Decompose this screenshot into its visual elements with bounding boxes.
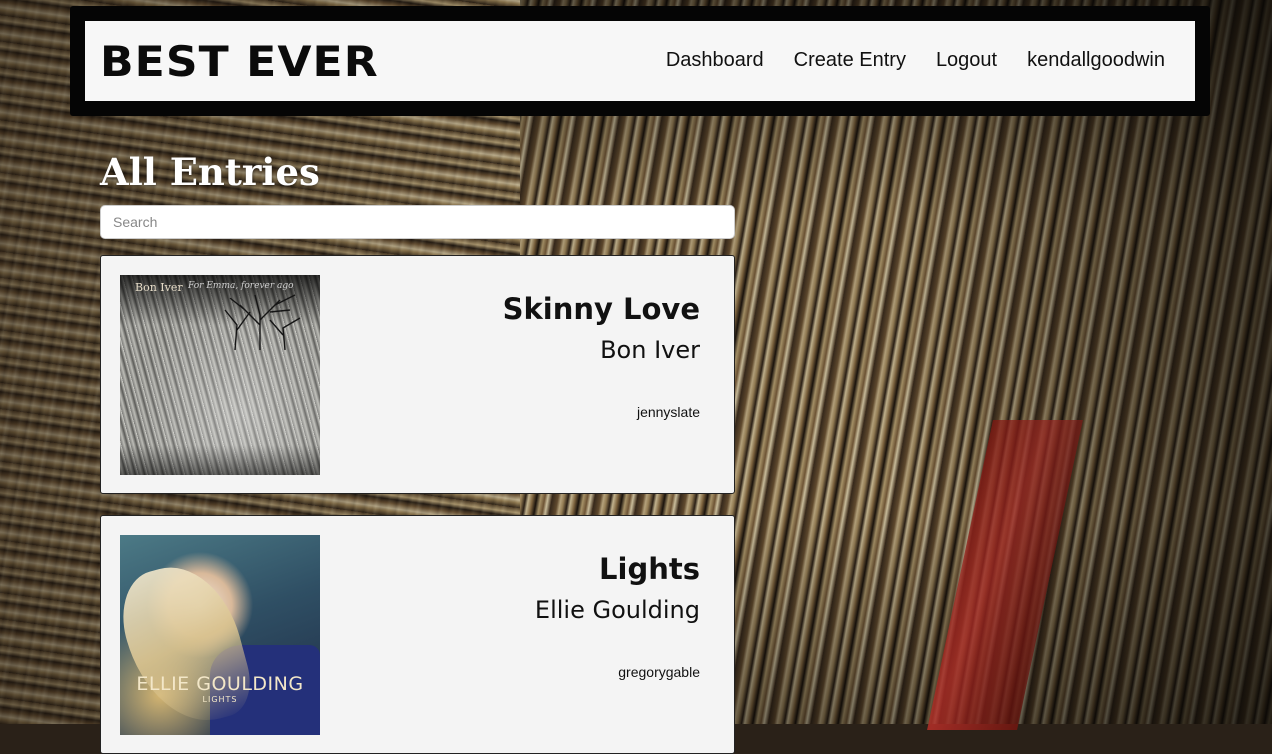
entry-username: jennyslate [636, 404, 700, 420]
album-art-album-text: LIGHTS [202, 695, 238, 704]
entry-artist: Ellie Goulding [534, 596, 700, 624]
album-art: Bon Iver For Emma, forever ago [120, 275, 320, 475]
entry-song-title: Skinny Love [502, 292, 700, 326]
header: BEST EVER Dashboard Create Entry Logout … [85, 21, 1195, 101]
album-art-hair [120, 553, 259, 735]
entry-card[interactable]: ELLIE GOULDING LIGHTS Lights Ellie Gould… [100, 515, 735, 754]
nav-dashboard[interactable]: Dashboard [666, 49, 764, 72]
tree-silhouette-icon [224, 294, 301, 350]
page-title: All Entries [100, 150, 320, 194]
nav-logout[interactable]: Logout [936, 49, 997, 72]
entry-card[interactable]: Bon Iver For Emma, forever ago Skinny Lo… [100, 255, 735, 494]
nav-create-entry[interactable]: Create Entry [794, 49, 906, 72]
search-input[interactable] [100, 205, 735, 239]
album-art: ELLIE GOULDING LIGHTS [120, 535, 320, 735]
album-art-name-text: ELLIE GOULDING [136, 673, 304, 695]
nav: Dashboard Create Entry Logout kendallgoo… [666, 49, 1165, 72]
entry-artist: Bon Iver [600, 336, 700, 364]
logo[interactable]: BEST EVER [100, 37, 379, 86]
album-art-band-text: Bon Iver [135, 281, 183, 294]
entry-song-title: Lights [599, 552, 700, 586]
entry-username: gregorygable [618, 664, 700, 680]
nav-username[interactable]: kendallgoodwin [1027, 49, 1165, 72]
